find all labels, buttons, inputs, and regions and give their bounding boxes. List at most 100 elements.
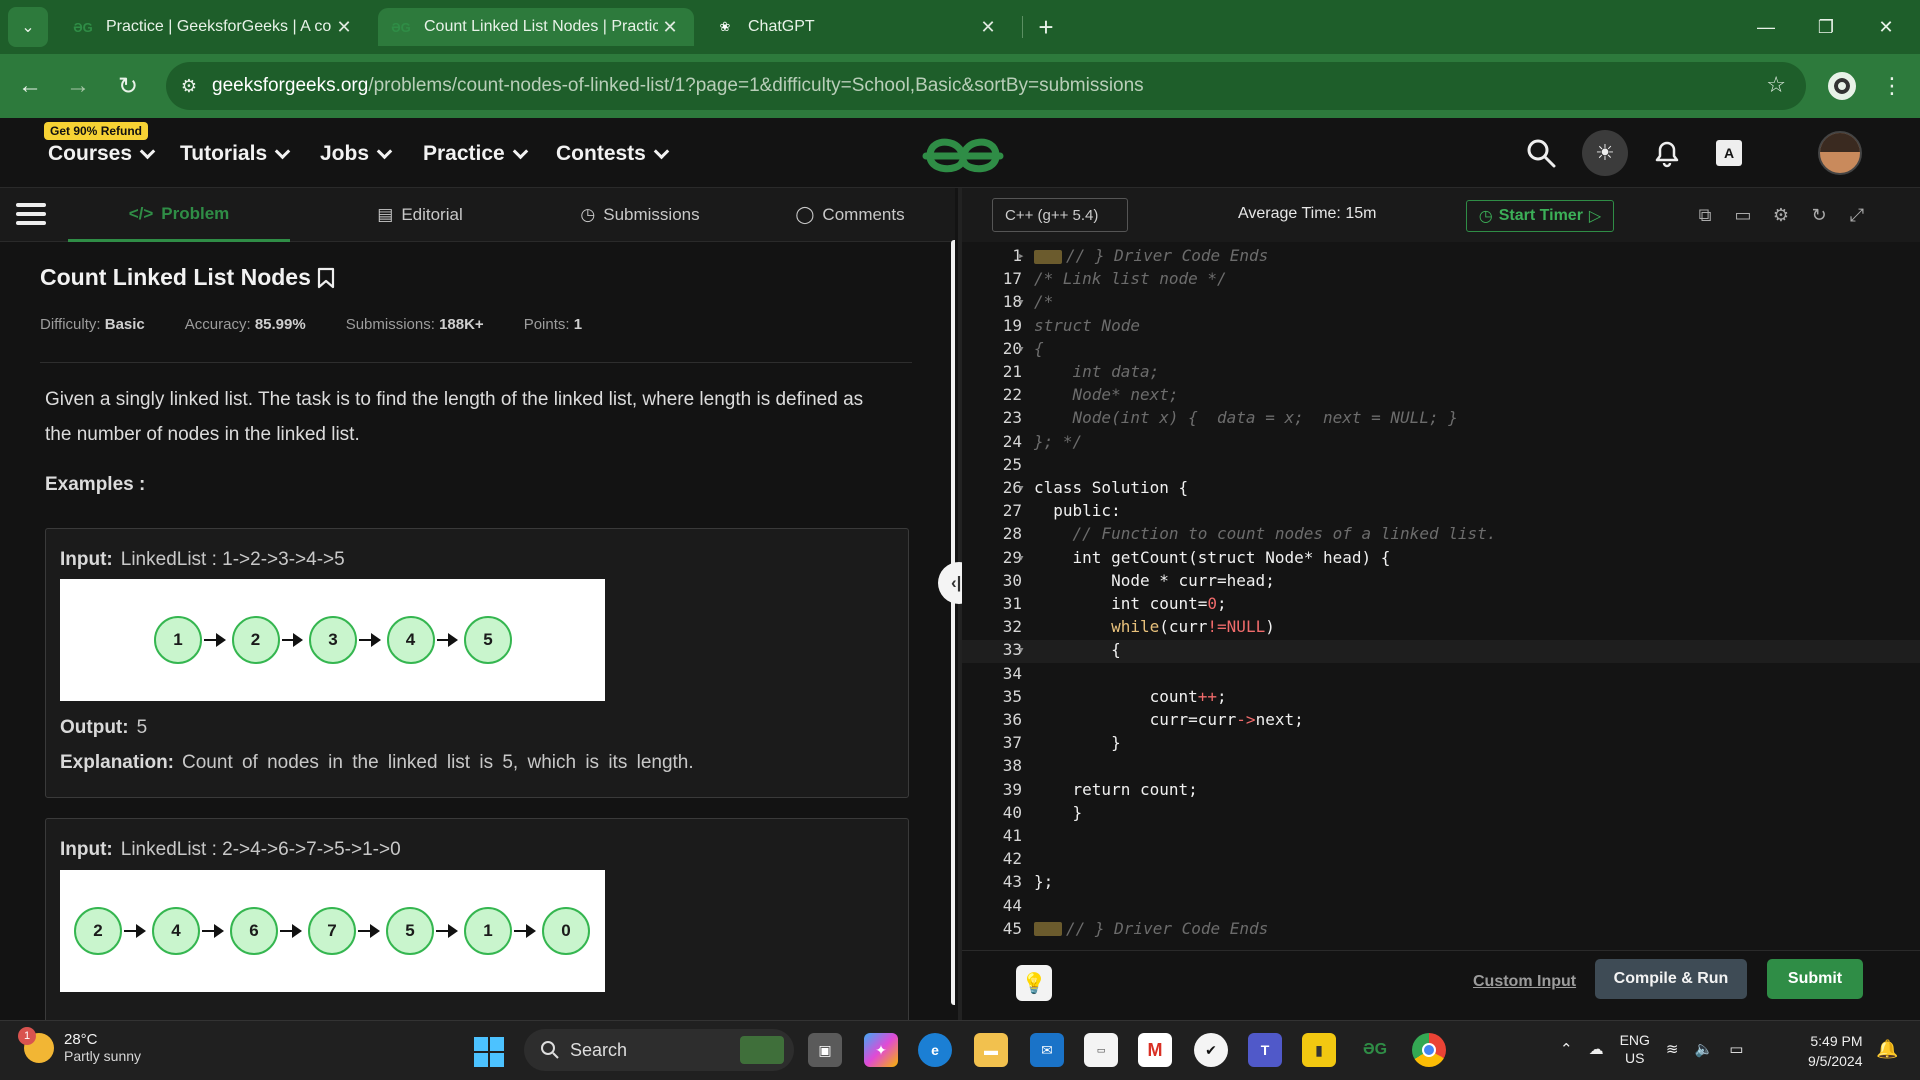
reset-icon[interactable]: ↻ — [1806, 202, 1832, 228]
chrome-icon[interactable] — [1412, 1033, 1446, 1067]
tab-chatgpt[interactable]: ❀ ChatGPT ✕ — [702, 8, 1012, 46]
code-line[interactable]: /* — [1034, 292, 1053, 311]
code-line[interactable]: /* Link list node */ — [1034, 269, 1227, 288]
scrollbar[interactable] — [951, 240, 955, 1005]
start-timer-button[interactable]: ◷ Start Timer ▷ — [1466, 200, 1614, 232]
code-line[interactable]: int getCount(struct Node* head) { — [1034, 548, 1391, 567]
nav-contests[interactable]: Contests — [556, 142, 670, 166]
tab-submissions[interactable]: ◷ Submissions — [540, 188, 740, 242]
code-line[interactable]: public: — [1034, 501, 1120, 520]
code-line[interactable]: Node* next; — [1034, 385, 1179, 404]
search-icon[interactable] — [1520, 132, 1562, 174]
fold-toggle-icon[interactable]: ▾ — [1018, 643, 1030, 656]
code-line[interactable]: while(curr!=NULL) — [1034, 617, 1275, 636]
close-tab-icon[interactable]: ✕ — [976, 17, 1000, 38]
gfg-logo[interactable] — [918, 126, 1008, 180]
profile-icon[interactable] — [1822, 66, 1862, 106]
check-app-icon[interactable]: ✔ — [1194, 1033, 1228, 1067]
edge-icon[interactable]: e — [918, 1033, 952, 1067]
code-line[interactable]: } — [1034, 803, 1083, 822]
nav-jobs[interactable]: Jobs — [320, 142, 393, 166]
notification-bell-icon[interactable] — [1646, 132, 1688, 174]
fold-toggle-icon[interactable]: ▾ — [1018, 481, 1030, 494]
tab-editorial[interactable]: ▤ Editorial — [320, 188, 520, 242]
file-explorer-icon[interactable]: ▬ — [974, 1033, 1008, 1067]
theme-toggle-icon[interactable]: ☀ — [1582, 130, 1628, 176]
tab-search-chevron-icon[interactable]: ⌄ — [8, 7, 48, 47]
tab-comments[interactable]: ◯ Comments — [760, 188, 940, 242]
nav-practice[interactable]: Practice — [423, 142, 529, 166]
code-line[interactable]: count++; — [1034, 687, 1227, 706]
code-line[interactable]: curr=curr->next; — [1034, 710, 1304, 729]
reload-icon[interactable]: ↻ — [108, 66, 148, 106]
submit-button[interactable]: Submit — [1767, 959, 1863, 999]
close-window-icon[interactable]: ✕ — [1856, 0, 1916, 54]
minimize-icon[interactable]: — — [1736, 0, 1796, 54]
bookmark-star-icon[interactable]: ☆ — [1766, 72, 1786, 98]
tab-problem[interactable]: </> Problem — [68, 188, 290, 242]
code-line[interactable]: // } Driver Code Ends — [1034, 919, 1268, 938]
code-line[interactable]: { — [1034, 339, 1044, 358]
copy-icon[interactable]: ⧉ — [1692, 202, 1718, 228]
onedrive-icon[interactable]: ☁ — [1589, 1040, 1604, 1058]
tab-count-linked-list[interactable]: ƏG Count Linked List Nodes | Practice ✕ — [378, 8, 694, 46]
gfg-app-icon[interactable]: ƏG — [1358, 1033, 1392, 1067]
battery-icon[interactable]: ▭ — [1729, 1040, 1743, 1058]
notification-icon[interactable]: 🔔 — [1876, 1039, 1898, 1060]
tab-practice[interactable]: ƏG Practice | GeeksforGeeks | A comp ✕ — [60, 8, 368, 46]
close-tab-icon[interactable]: ✕ — [332, 17, 356, 38]
code-line[interactable]: }; */ — [1034, 432, 1082, 451]
translate-icon[interactable]: A — [1708, 132, 1750, 174]
fullscreen-icon[interactable]: ⤢ — [1844, 202, 1870, 228]
language-indicator[interactable]: ENG US — [1620, 1031, 1650, 1067]
fold-toggle-icon[interactable]: ▾ — [1018, 295, 1030, 308]
code-editor[interactable]: 1 ▸ // } Driver Code Ends 17 /* Link list no… — [962, 242, 1920, 950]
code-line[interactable]: int data; — [1034, 362, 1160, 381]
task-view-icon[interactable]: ▣ — [808, 1033, 842, 1067]
fold-toggle-icon[interactable]: ▾ — [1018, 342, 1030, 355]
system-clock[interactable]: 5:49 PM 9/5/2024 — [1808, 1031, 1863, 1071]
nav-courses[interactable]: Courses — [48, 142, 156, 166]
code-line[interactable]: }; — [1034, 872, 1053, 891]
restore-icon[interactable]: ❐ — [1796, 0, 1856, 54]
teams-icon[interactable]: T — [1248, 1033, 1282, 1067]
code-line[interactable]: } — [1034, 733, 1121, 752]
tray-chevron-up-icon[interactable]: ⌃ — [1560, 1040, 1573, 1058]
gmail-icon[interactable]: M — [1138, 1033, 1172, 1067]
code-line[interactable]: return count; — [1034, 780, 1198, 799]
hamburger-menu-icon[interactable] — [16, 198, 46, 230]
forward-icon[interactable]: → — [58, 66, 98, 106]
power-bi-icon[interactable]: ▮ — [1302, 1033, 1336, 1067]
compile-run-button[interactable]: Compile & Run — [1595, 959, 1747, 999]
back-icon[interactable]: ← — [10, 66, 50, 106]
settings-icon[interactable]: ⚙ — [1768, 202, 1794, 228]
site-info-icon[interactable]: ⚙ — [166, 76, 212, 97]
lightbulb-icon[interactable]: 💡 — [1016, 965, 1052, 1001]
code-line[interactable]: { — [1034, 640, 1121, 659]
weather-widget[interactable]: 1 28°C Partly sunny — [18, 1026, 141, 1064]
language-select[interactable]: C++ (g++ 5.4) — [992, 198, 1128, 232]
code-line[interactable]: Node(int x) { data = x; next = NULL; } — [1034, 408, 1458, 427]
fold-toggle-icon[interactable]: ▸ — [1018, 249, 1030, 262]
code-line[interactable]: int count=0; — [1034, 594, 1227, 613]
app-icon[interactable]: ▭ — [1084, 1033, 1118, 1067]
code-line[interactable]: struct Node — [1034, 316, 1140, 335]
bookmark-icon[interactable] — [317, 267, 335, 289]
code-line[interactable]: // } Driver Code Ends — [1034, 246, 1268, 265]
code-line[interactable]: class Solution { — [1034, 478, 1188, 497]
fold-toggle-icon[interactable]: ▾ — [1018, 551, 1030, 564]
mail-icon[interactable]: ✉ — [1030, 1033, 1064, 1067]
user-avatar[interactable] — [1818, 131, 1862, 175]
code-line[interactable]: Node * curr=head; — [1034, 571, 1275, 590]
code-line[interactable]: // Function to count nodes of a linked l… — [1034, 524, 1497, 543]
browser-menu-icon[interactable]: ⋮ — [1872, 66, 1912, 106]
new-tab-button[interactable]: + — [1026, 7, 1066, 47]
volume-icon[interactable]: 🔈 — [1695, 1040, 1714, 1058]
close-tab-icon[interactable]: ✕ — [658, 17, 682, 38]
windows-start-icon[interactable] — [474, 1037, 504, 1067]
file-icon[interactable]: ▭ — [1730, 202, 1756, 228]
wifi-icon[interactable]: ≋ — [1666, 1040, 1679, 1058]
custom-input-link[interactable]: Custom Input — [1473, 973, 1576, 991]
address-bar[interactable]: ⚙ geeksforgeeks.org/problems/count-nodes… — [166, 62, 1806, 110]
nav-tutorials[interactable]: Tutorials — [180, 142, 291, 166]
